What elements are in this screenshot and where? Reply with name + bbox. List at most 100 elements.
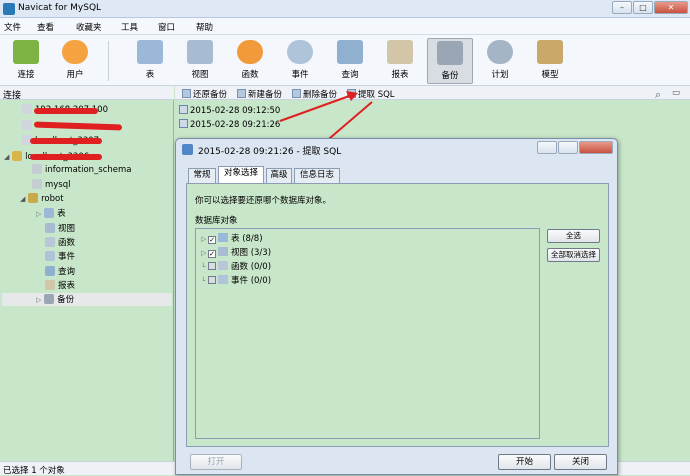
select-all-button[interactable]: 全选 bbox=[547, 229, 600, 243]
toolbar-backup-button[interactable]: 备份 bbox=[427, 38, 473, 84]
view-icon bbox=[45, 223, 55, 233]
tree-item-label: 表 bbox=[57, 209, 66, 219]
tab-message-log[interactable]: 信息日志 bbox=[294, 168, 340, 183]
tree-item-label: 事件 bbox=[58, 252, 76, 262]
minimize-button[interactable]: – bbox=[612, 1, 632, 14]
tree-item-server[interactable] bbox=[22, 120, 35, 133]
toolbar-label: 计划 bbox=[491, 70, 509, 80]
toolbar-report-button[interactable]: 报表 bbox=[377, 38, 423, 84]
toolbar-label: 用户 bbox=[66, 70, 84, 80]
tree-item-functions[interactable]: 函数 bbox=[45, 236, 75, 249]
toolbar-label: 函数 bbox=[241, 70, 259, 80]
table-icon bbox=[218, 233, 228, 242]
menu-tools[interactable]: 工具 bbox=[121, 21, 138, 33]
dialog-app-icon bbox=[182, 144, 193, 155]
object-row-views[interactable]: ▷ ✓ 视图 (3/3) bbox=[201, 246, 271, 258]
toolbar-label: 备份 bbox=[441, 71, 459, 81]
tree-item-database[interactable]: mysql bbox=[32, 179, 71, 192]
menu-view[interactable]: 查看 bbox=[37, 21, 54, 33]
toolbar-connection-button[interactable]: 连接 bbox=[3, 38, 49, 84]
group-label: 数据库对象 bbox=[195, 216, 238, 226]
tree-item-database-open[interactable]: ◢ robot bbox=[20, 193, 64, 206]
object-row-events[interactable]: └ 事件 (0/0) bbox=[201, 274, 271, 286]
object-row-functions[interactable]: └ 函数 (0/0) bbox=[201, 260, 271, 272]
tab-advanced[interactable]: 高级 bbox=[266, 168, 292, 183]
object-label: 函数 (0/0) bbox=[231, 262, 272, 272]
tree-item-database[interactable]: information_schema bbox=[32, 164, 132, 177]
tree-item-label: 函数 bbox=[58, 238, 76, 248]
function-icon bbox=[237, 40, 263, 64]
deselect-all-button[interactable]: 全部取消选择 bbox=[547, 248, 600, 262]
object-toolbar: 还原备份 新建备份 删除备份 提取 SQL ⌕ ▭ bbox=[175, 86, 690, 101]
checkbox[interactable] bbox=[208, 276, 216, 284]
list-item[interactable]: 2015-02-28 09:12:50 bbox=[179, 105, 280, 116]
list-item[interactable]: 2015-02-28 09:21:26 bbox=[179, 119, 280, 130]
toolbar-query-button[interactable]: 查询 bbox=[327, 38, 373, 84]
toolbar-table-button[interactable]: 表 bbox=[127, 38, 173, 84]
tree-connector: └ bbox=[201, 263, 206, 271]
schedule-icon bbox=[487, 40, 513, 64]
title-bar: Navicat for MySQL – □ ✕ bbox=[0, 0, 690, 18]
new-backup-button[interactable]: 新建备份 bbox=[237, 88, 282, 100]
report-icon bbox=[45, 280, 55, 290]
button-label: 还原备份 bbox=[193, 90, 228, 100]
tree-item-views[interactable]: 视图 bbox=[45, 222, 75, 235]
minimize-button[interactable] bbox=[537, 141, 557, 154]
server-connected-icon bbox=[12, 151, 23, 161]
expand-icon[interactable]: ▷ bbox=[201, 249, 208, 257]
tab-general[interactable]: 常规 bbox=[188, 168, 216, 183]
menu-favorites[interactable]: 收藏夹 bbox=[76, 21, 102, 33]
toolbar-user-button[interactable]: 用户 bbox=[52, 38, 98, 84]
close-dialog-button[interactable]: 关闭 bbox=[554, 454, 607, 470]
checkbox[interactable]: ✓ bbox=[208, 236, 216, 244]
redaction-mark bbox=[34, 108, 98, 114]
backup-timestamp: 2015-02-28 09:12:50 bbox=[190, 106, 281, 116]
dialog-title: 2015-02-28 09:21:26 - 提取 SQL bbox=[198, 147, 342, 157]
tab-object-selection[interactable]: 对象选择 bbox=[218, 166, 264, 183]
connection-tree: 192.168.207.100 localhost_3307 ◢ localho… bbox=[0, 100, 174, 461]
tree-item-events[interactable]: 事件 bbox=[45, 250, 75, 263]
database-icon bbox=[32, 179, 42, 189]
start-button[interactable]: 开始 bbox=[498, 454, 551, 470]
user-icon bbox=[62, 40, 88, 64]
menu-help[interactable]: 帮助 bbox=[196, 21, 213, 33]
redaction-mark bbox=[30, 138, 102, 144]
tree-item-reports[interactable]: 报表 bbox=[45, 279, 75, 292]
delete-backup-button[interactable]: 删除备份 bbox=[292, 88, 337, 100]
toolbar-event-button[interactable]: 事件 bbox=[277, 38, 323, 84]
toolbar-schedule-button[interactable]: 计划 bbox=[477, 38, 523, 84]
view-options-icon[interactable]: ▭ bbox=[672, 88, 680, 98]
open-button[interactable]: 打开 bbox=[190, 454, 242, 470]
tree-item-label: robot bbox=[41, 194, 64, 204]
extract-sql-button[interactable]: 提取 SQL bbox=[347, 88, 395, 100]
window-title: Navicat for MySQL bbox=[18, 3, 102, 13]
button-label: 新建备份 bbox=[248, 90, 283, 100]
table-icon bbox=[44, 208, 55, 218]
tree-item-tables[interactable]: ▷ 表 bbox=[36, 207, 66, 220]
new-backup-icon bbox=[237, 89, 246, 98]
tree-item-queries[interactable]: 查询 bbox=[45, 265, 75, 278]
checkbox[interactable] bbox=[208, 262, 216, 270]
main-toolbar: 连接 用户 表 视图 函数 事件 查询 报表 备份 计划 模型 bbox=[0, 35, 690, 86]
close-button[interactable]: ✕ bbox=[654, 1, 688, 14]
tree-item-backups[interactable]: ▷ 备份 bbox=[2, 293, 172, 306]
view-icon bbox=[187, 40, 213, 64]
close-button[interactable] bbox=[579, 141, 613, 154]
redaction-mark bbox=[33, 121, 123, 131]
menu-file[interactable]: 文件 bbox=[4, 21, 21, 33]
maximize-button[interactable]: □ bbox=[633, 1, 653, 14]
maximize-button[interactable] bbox=[558, 141, 578, 154]
backup-icon bbox=[44, 294, 55, 304]
extract-sql-dialog: 2015-02-28 09:21:26 - 提取 SQL 常规 对象选择 高级 … bbox=[175, 138, 618, 475]
menu-window[interactable]: 窗口 bbox=[158, 21, 175, 33]
checkbox[interactable]: ✓ bbox=[208, 250, 216, 258]
toolbar-function-button[interactable]: 函数 bbox=[227, 38, 273, 84]
toolbar-view-button[interactable]: 视图 bbox=[177, 38, 223, 84]
object-row-tables[interactable]: ▷ ✓ 表 (8/8) bbox=[201, 232, 263, 244]
object-selection-panel: 你可以选择要还原哪个数据库对象。 数据库对象 ▷ ✓ 表 (8/8) ▷ ✓ 视图 (3… bbox=[186, 183, 609, 447]
restore-backup-button[interactable]: 还原备份 bbox=[182, 88, 227, 100]
toolbar-model-button[interactable]: 模型 bbox=[527, 38, 573, 84]
backup-timestamp: 2015-02-28 09:21:26 bbox=[190, 120, 281, 130]
expand-icon[interactable]: ▷ bbox=[201, 235, 208, 243]
tree-item-label: 备份 bbox=[57, 295, 75, 305]
